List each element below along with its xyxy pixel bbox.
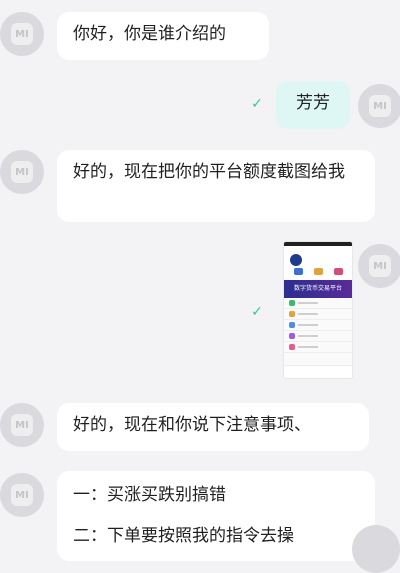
message-bubble-incoming[interactable]: 你好，你是谁介绍的 [57,12,269,60]
message-bubble-outgoing[interactable]: 芳芳 [276,81,350,129]
mi-logo-icon: MI [11,414,33,436]
message-text: 芳芳 [296,93,330,113]
message-bubble-incoming[interactable]: 好的，现在和你说下注意事项、 [57,403,369,451]
mi-logo-icon: MI [11,161,33,183]
message-text: 好的，现在把你的平台额度截图给我 [73,162,345,182]
message-bubble-incoming[interactable]: 一：买涨买跌别搞错 二：下单要按照我的指令去操 [57,471,375,561]
message-text: 你好，你是谁介绍的 [73,24,226,44]
contact-avatar[interactable]: MI [0,150,44,194]
mi-logo-icon: MI [11,484,33,506]
my-avatar[interactable]: MI [358,244,400,288]
mi-logo-icon: MI [369,95,391,117]
mi-logo-icon: MI [369,255,391,277]
contact-avatar[interactable]: MI [0,403,44,447]
check-icon: ✓ [251,304,263,320]
my-avatar[interactable]: MI [358,84,400,128]
check-icon: ✓ [251,96,263,112]
contact-avatar[interactable]: MI [0,473,44,517]
image-message[interactable]: 数字货币交易平台 [283,241,353,379]
message-text: 二：下单要按照我的指令去操 [73,526,294,546]
contact-avatar[interactable]: MI [0,12,44,56]
floating-avatar[interactable] [352,525,400,573]
mi-logo-icon: MI [11,23,33,45]
message-text: 一：买涨买跌别搞错 [73,485,226,505]
image-banner-text: 数字货币交易平台 [284,280,352,298]
message-bubble-incoming[interactable]: 好的，现在把你的平台额度截图给我 [57,150,375,222]
message-text: 好的，现在和你说下注意事项、 [73,415,311,435]
